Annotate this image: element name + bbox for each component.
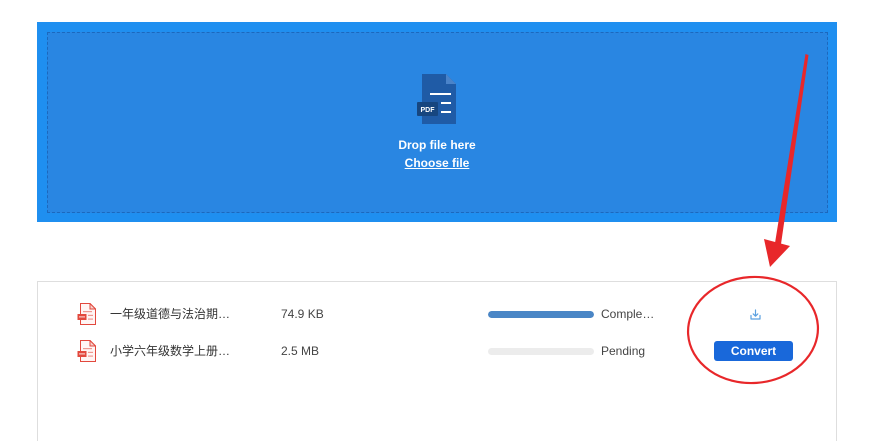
file-row: 一年级道德与法治期… 74.9 KB Comple…: [38, 300, 836, 328]
convert-button[interactable]: Convert: [714, 341, 793, 361]
choose-file-row: Choose file: [37, 155, 837, 171]
file-row: 小学六年级数学上册… 2.5 MB Pending Convert: [38, 337, 836, 365]
progress-bar: [488, 348, 594, 355]
drop-zone-title: Drop file here: [398, 138, 476, 152]
pdf-icon: [77, 340, 96, 362]
progress-bar: [488, 311, 594, 318]
file-name: 小学六年级数学上册…: [110, 344, 231, 358]
choose-file-link[interactable]: Choose file: [405, 156, 470, 170]
progress-bar-fill: [488, 311, 594, 318]
status-text: Pending: [601, 344, 646, 358]
file-list: 一年级道德与法治期… 74.9 KB Comple… 小学六年级数学上册… 2.…: [37, 281, 837, 441]
drop-zone[interactable]: PDF Drop file here Choose file: [37, 22, 837, 222]
status-text: Comple…: [601, 307, 655, 321]
file-size: 74.9 KB: [281, 307, 324, 321]
file-name: 一年级道德与法治期…: [110, 307, 231, 321]
pdf-icon: [77, 303, 96, 325]
download-icon[interactable]: [750, 309, 761, 320]
pdf-badge-label: PDF: [421, 107, 436, 114]
file-size: 2.5 MB: [281, 344, 320, 358]
pdf-file-icon: PDF: [417, 74, 456, 124]
